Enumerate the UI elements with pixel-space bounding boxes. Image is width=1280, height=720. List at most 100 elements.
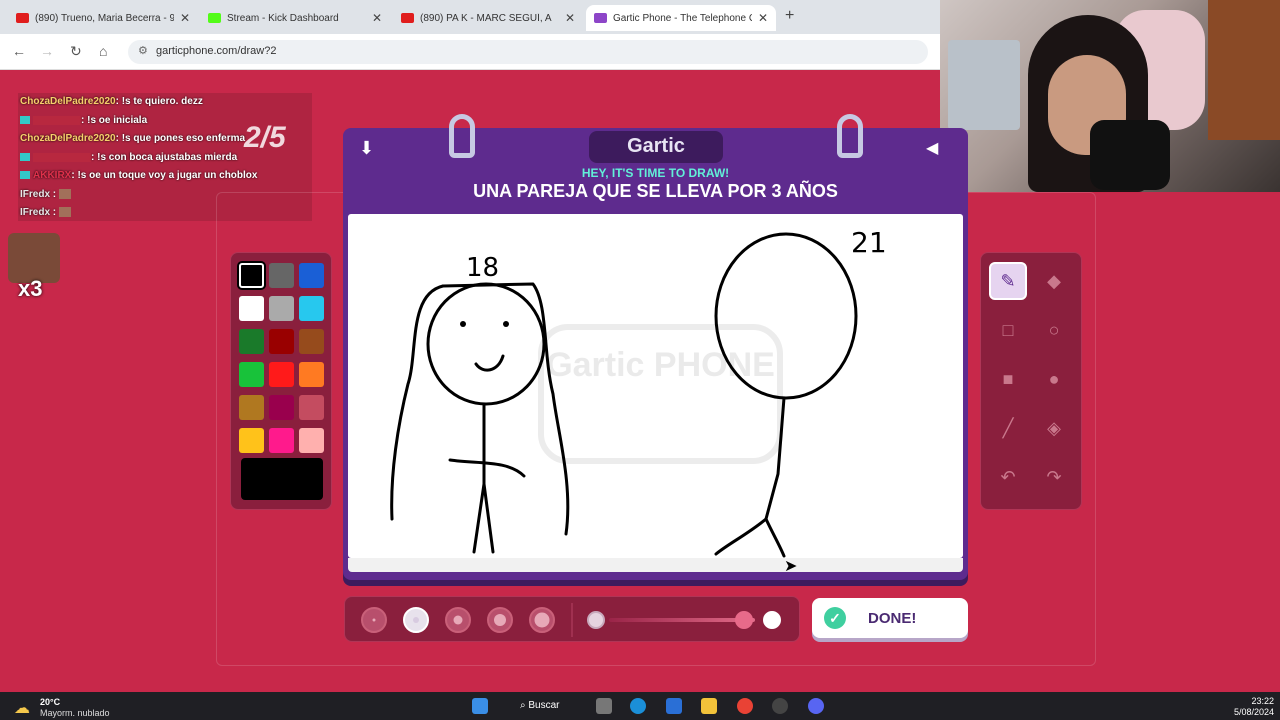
windows-start-icon[interactable] [472,698,488,714]
rectangle-tool-icon[interactable]: □ [989,311,1027,349]
color-swatch[interactable] [299,296,324,321]
color-swatch[interactable] [239,395,264,420]
color-swatch[interactable] [269,395,294,420]
speaker-icon[interactable]: ◀ [926,138,938,158]
search-label: Buscar [528,700,560,711]
chat-text: : !s oe iniciala [81,115,148,126]
taskbar-search[interactable]: ⌕ Buscar [514,696,572,716]
back-arrow-icon[interactable]: ← [12,43,26,59]
store-icon[interactable] [666,698,682,714]
undo-tool-icon[interactable]: ↶ [989,458,1027,496]
brush-size-option[interactable] [361,607,387,633]
chat-text: : [50,207,57,218]
tab-title: (890) PA K - MARC SEGUÍ, A [420,12,552,24]
browser-tab-2[interactable]: Stream - Kick Dashboard ✕ [200,5,390,31]
browser-tab-3[interactable]: (890) PA K - MARC SEGUÍ, A ✕ [393,5,583,31]
panel-ring-left [449,114,475,158]
color-swatch[interactable] [299,263,324,288]
webcam-poster [948,40,1020,130]
chrome-icon[interactable] [737,698,753,714]
chat-message: ChozaDelPadre2020: !s que pones eso enfe… [20,133,245,144]
browser-tab-1[interactable]: (890) Trueno, Maria Becerra - 9 ✕ [8,5,198,31]
opacity-max-knob[interactable] [763,611,781,629]
left-figure-arms [448,458,526,478]
chat-text: : !s que pones eso enferma [115,133,246,144]
tool-panel: ✎ ◆ □ ○ ■ ● ╱ ◈ ↶ ↷ [980,252,1082,510]
drawing-canvas[interactable]: Gartic PHONE 18 21 [348,214,963,558]
brush-size-option[interactable] [403,607,429,633]
weather-description: Mayorm. nublado [40,708,110,718]
color-swatch[interactable] [269,263,294,288]
reload-icon[interactable]: ↻ [70,43,82,60]
brush-size-option[interactable] [487,607,513,633]
color-swatch[interactable] [239,263,264,288]
new-tab-button[interactable]: + [785,7,794,25]
ellipse-tool-icon[interactable]: ○ [1035,311,1073,349]
right-age-label: 21 [851,226,887,259]
redo-tool-icon[interactable]: ↷ [1035,458,1073,496]
color-swatch[interactable] [299,362,324,387]
download-icon[interactable]: ⬇ [359,138,374,159]
system-clock[interactable]: 23:22 5/08/2024 [1234,696,1274,718]
color-swatch[interactable] [239,362,264,387]
pencil-tool-icon[interactable]: ✎ [989,262,1027,300]
home-icon[interactable]: ⌂ [99,43,107,59]
left-figure-smile [474,354,505,372]
edge-browser-icon[interactable] [630,698,646,714]
opacity-min-knob[interactable] [587,611,605,629]
color-swatch[interactable] [299,395,324,420]
close-icon[interactable]: ✕ [758,11,768,25]
color-palette [230,252,332,510]
brush-size-dot [534,612,550,628]
chat-text: : !s te quiero. dezz [115,96,203,107]
gartic-logo: Gartic [589,131,723,163]
chat-message: AKKIRX: !s oe un toque voy a jugar un ch… [20,170,257,181]
color-swatch[interactable] [269,362,294,387]
browser-tab-4[interactable]: Gartic Phone - The Telephone G ✕ [586,5,776,31]
discord-icon[interactable] [808,698,824,714]
controls-divider [571,603,573,637]
color-swatch[interactable] [269,296,294,321]
brush-size-option[interactable] [529,607,555,633]
mouse-cursor-icon: ➤ [784,558,798,575]
right-figure-leg-left [714,517,768,556]
chat-message: : !s oe iniciala [20,115,147,126]
round-counter: 2/5 [244,121,286,154]
task-view-icon[interactable] [596,698,612,714]
color-swatch[interactable] [299,329,324,354]
done-button[interactable]: ✓ DONE! [812,598,968,638]
obs-icon[interactable] [772,698,788,714]
color-swatch[interactable] [239,428,264,453]
color-swatch[interactable] [269,428,294,453]
color-swatch[interactable] [239,296,264,321]
site-info-icon[interactable]: ⚙ [138,44,148,57]
weather-icon[interactable]: ☁ [14,698,30,718]
bucket-tool-icon[interactable]: ◈ [1035,409,1073,447]
close-icon[interactable]: ✕ [180,11,190,25]
forward-arrow-icon[interactable]: → [40,43,54,59]
drawing-panel: Gartic ⬇ HEY, IT'S TIME TO DRAW! UNA PAR… [343,114,968,580]
filled-ellipse-tool-icon[interactable]: ● [1035,360,1073,398]
canvas-edge [348,558,963,572]
left-figure-head [426,282,546,406]
brush-size-option[interactable] [445,607,471,633]
color-swatch[interactable] [239,329,264,354]
filled-rectangle-tool-icon[interactable]: ■ [989,360,1027,398]
line-tool-icon[interactable]: ╱ [989,409,1027,447]
youtube-icon [401,13,414,23]
windows-taskbar: ☁ 20°C Mayorm. nublado ⌕ Buscar 23:22 5/… [0,692,1280,720]
right-figure-leg-right [764,517,786,558]
opacity-slider-track[interactable] [609,618,755,622]
file-explorer-icon[interactable] [701,698,717,714]
close-icon[interactable]: ✕ [565,11,575,25]
stick-figure-drawing: 18 21 [390,226,887,558]
url-field[interactable]: ⚙ garticphone.com/draw?2 [128,40,928,64]
color-swatch[interactable] [299,428,324,453]
opacity-slider-handle[interactable] [735,611,753,629]
brush-size-dot [453,615,463,625]
chat-username: ChozaDelPadre2020 [20,133,116,144]
color-swatch[interactable] [269,329,294,354]
close-icon[interactable]: ✕ [372,11,382,25]
brush-size-dot [372,618,376,622]
eraser-tool-icon[interactable]: ◆ [1035,262,1073,300]
